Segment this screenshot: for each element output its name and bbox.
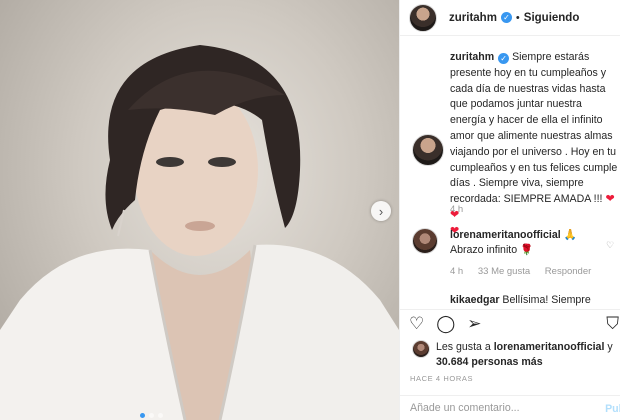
chevron-right-icon[interactable]: › xyxy=(371,201,391,221)
likes-count[interactable]: 30.684 personas más xyxy=(436,356,543,368)
avatar[interactable] xyxy=(412,228,438,254)
caption-username[interactable]: zuritahm xyxy=(450,51,494,63)
share-icon[interactable]: ➢ xyxy=(467,314,481,334)
caption-comment: zuritahm ✓ Siempre estarás presente hoy e… xyxy=(412,50,617,237)
post-timestamp[interactable]: HACE 4 HORAS xyxy=(410,374,473,383)
avatar[interactable] xyxy=(412,134,444,166)
likes-prefix: Les gusta a xyxy=(436,341,494,353)
comment-text: lorenameritanoofficial 🙏 Abrazo infinito… xyxy=(450,228,620,258)
comment-input[interactable] xyxy=(410,402,580,414)
add-comment-bar: Publi xyxy=(400,395,620,420)
caption-text: zuritahm ✓ Siempre estarás presente hoy e… xyxy=(450,50,620,240)
comment-like-icon[interactable]: ♡ xyxy=(606,240,614,251)
publish-button[interactable]: Publi xyxy=(605,403,620,415)
portrait-image xyxy=(0,45,399,420)
likes-middle: y xyxy=(604,341,613,353)
comments-section[interactable]: zuritahm ✓ Siempre estarás presente hoy e… xyxy=(400,36,620,309)
avatar[interactable] xyxy=(409,3,437,32)
post-header: zuritahm ✓ • Siguiendo xyxy=(400,0,620,36)
bookmark-icon[interactable]: ⛉ xyxy=(606,314,619,334)
action-bar: ♡ ◯ ➢ ⛉ xyxy=(400,309,620,337)
separator-dot: • xyxy=(515,11,520,24)
comment-item: kikaedgar Bellísima! Siempre xyxy=(450,294,591,306)
comment-body: Abrazo infinito xyxy=(450,244,521,256)
comment-likes[interactable]: 33 Me gusta xyxy=(478,266,530,277)
pray-emoji: 🙏 xyxy=(563,229,577,241)
rose-emoji: 🌹 xyxy=(520,244,534,256)
comment-time[interactable]: 4 h xyxy=(450,266,463,277)
comment-username[interactable]: lorenameritanoofficial xyxy=(450,229,561,241)
likes-user[interactable]: lorenameritanoofficial xyxy=(494,341,605,353)
post-details-panel: zuritahm ✓ • Siguiendo zuritahm ✓ Siempre… xyxy=(399,0,620,420)
caption-time[interactable]: 4 h xyxy=(450,204,463,215)
verified-badge-icon: ✓ xyxy=(498,53,510,65)
heart-outline-icon[interactable]: ♡ xyxy=(409,314,424,334)
caption-body: Siempre estarás presente hoy en tu cumpl… xyxy=(450,51,618,206)
comment-username[interactable]: kikaedgar xyxy=(450,294,499,306)
comment-meta: 4 h 33 Me gusta Responder xyxy=(450,266,603,277)
post-photo[interactable]: › xyxy=(0,0,399,420)
reply-button[interactable]: Responder xyxy=(545,266,591,277)
comment-body: Bellísima! Siempre xyxy=(502,294,591,306)
verified-badge-icon: ✓ xyxy=(500,12,512,23)
carousel-indicator xyxy=(140,413,163,418)
likes-text: Les gusta a lorenameritanoofficial y 30.… xyxy=(436,340,620,370)
comment-item: lorenameritanoofficial 🙏 Abrazo infinito… xyxy=(412,228,614,277)
comment-icon[interactable]: ◯ xyxy=(436,314,455,334)
post-username[interactable]: zuritahm xyxy=(449,12,497,24)
avatar[interactable] xyxy=(412,340,430,358)
following-button[interactable]: Siguiendo xyxy=(524,12,580,24)
likes-summary: Les gusta a lorenameritanoofficial y 30.… xyxy=(412,340,620,370)
